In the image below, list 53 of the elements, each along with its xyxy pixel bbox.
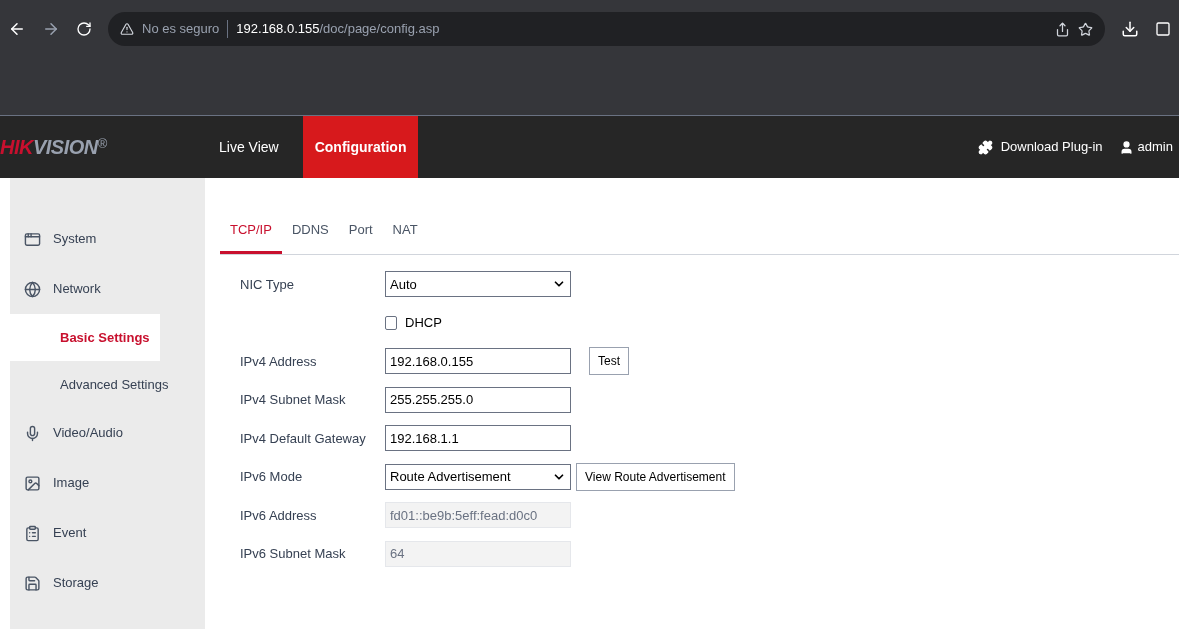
field-label: IPv4 Address — [240, 353, 317, 369]
reload-icon[interactable] — [76, 21, 92, 37]
field-label: NIC Type — [240, 276, 294, 292]
tab[interactable]: TCP/IP — [220, 208, 282, 254]
action-button[interactable]: Test — [589, 347, 629, 376]
image-icon — [24, 474, 41, 492]
tab[interactable]: NAT — [382, 208, 428, 254]
microphone-icon — [24, 424, 41, 442]
share-icon[interactable] — [1055, 21, 1070, 37]
warning-icon — [120, 22, 134, 36]
field-label: IPv6 Subnet Mask — [240, 546, 346, 561]
sidebar-item[interactable]: System — [10, 214, 205, 264]
window-icon — [24, 230, 41, 248]
nav-tab[interactable]: Live View — [207, 116, 291, 178]
user-icon — [1118, 139, 1134, 155]
dropdown[interactable]: Auto — [385, 271, 571, 298]
sidebar-subitem[interactable]: Basic Settings — [10, 314, 160, 361]
field-label: IPv6 Address — [240, 507, 317, 523]
sidebar-item[interactable]: Video/Audio — [10, 408, 205, 458]
user-menu[interactable]: admin — [1118, 116, 1173, 178]
input-field[interactable]: 192.168.1.1 — [385, 425, 571, 452]
security-label: No es seguro — [142, 20, 220, 39]
input-field[interactable]: 255.255.255.0 — [385, 386, 571, 413]
field-label: IPv4 Subnet Mask — [240, 392, 346, 407]
download-plugin-link[interactable]: Download Plug-in — [977, 116, 1103, 178]
tab[interactable]: Port — [338, 208, 383, 254]
sidebar-item[interactable]: Event — [10, 508, 205, 558]
clipboard-icon — [24, 524, 41, 542]
puzzle-icon — [977, 139, 993, 155]
input-field[interactable]: 192.168.0.155 — [385, 348, 571, 375]
globe-icon — [24, 280, 41, 298]
input-field[interactable]: fd01::be9b:5eff:fead:d0c0 — [385, 502, 571, 529]
address-bar[interactable]: No es seguro 192.168.0.155/doc/page/config.asp — [108, 12, 1105, 46]
checkbox[interactable] — [385, 315, 397, 330]
action-button[interactable]: View Route Advertisement — [576, 462, 735, 491]
back-icon[interactable] — [8, 20, 26, 38]
panel-icon[interactable] — [1155, 21, 1171, 37]
forward-icon[interactable] — [42, 20, 60, 38]
field-label: IPv4 Default Gateway — [240, 430, 366, 446]
tab[interactable]: DDNS — [281, 208, 339, 254]
sidebar-subitem[interactable]: Advanced Settings — [10, 361, 205, 408]
logo: HIKVISION® — [0, 135, 108, 160]
dropdown[interactable]: Route Advertisement — [385, 463, 571, 490]
star-icon[interactable] — [1078, 21, 1093, 37]
url-text: 192.168.0.155/doc/page/config.asp — [236, 20, 440, 39]
download-icon[interactable] — [1121, 20, 1139, 38]
input-field[interactable]: 64 — [385, 540, 571, 567]
sidebar-item[interactable]: Network — [10, 264, 205, 314]
field-label: IPv6 Mode — [240, 469, 303, 484]
sidebar-item[interactable]: Image — [10, 458, 205, 508]
checkbox-label: DHCP — [405, 314, 442, 332]
nav-tab[interactable]: Configuration — [302, 116, 419, 178]
sidebar-item[interactable]: Storage — [10, 558, 205, 608]
